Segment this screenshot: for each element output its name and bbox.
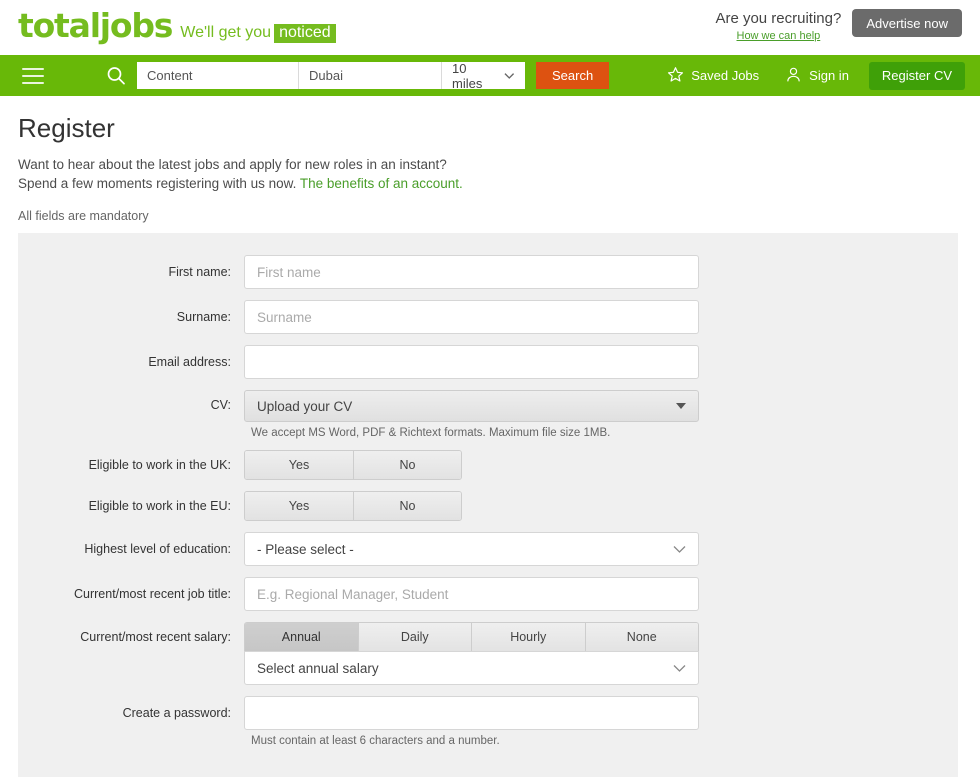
form-row-eligible-eu: Eligible to work in the EU: Yes No [18,491,958,521]
salary-tab-daily[interactable]: Daily [357,623,471,651]
hamburger-line [22,81,44,84]
logo-tagline-prefix: We'll get you [180,24,272,41]
advertise-now-button[interactable]: Advertise now [852,9,962,37]
job-search-group: 10 miles Search [137,60,610,91]
first-name-label: First name: [168,265,231,279]
logo-wordmark: totaljobs [18,6,173,45]
salary-amount-select[interactable]: Select annual salary [244,651,699,685]
caret-down-icon [676,403,686,409]
first-name-input[interactable] [244,255,699,289]
search-location-input[interactable] [299,62,442,89]
registration-form: First name: Surname: Email address: CV: [18,233,958,777]
password-field-col: Must contain at least 6 characters and a… [244,696,958,747]
search-icon[interactable] [106,66,126,86]
upload-cv-button[interactable]: Upload your CV [244,390,699,422]
recruiting-question: Are you recruiting? [715,10,842,27]
salary-label: Current/most recent salary: [80,630,231,644]
page-content: Register Want to hear about the latest j… [0,113,980,777]
salary-tab-none[interactable]: None [584,623,698,651]
education-label: Highest level of education: [84,542,231,556]
form-row-password: Create a password: Must contain at least… [18,696,958,747]
hamburger-line [22,74,44,77]
form-row-surname: Surname: [18,300,958,334]
star-icon [667,66,684,86]
logo-tagline-highlight: noticed [274,24,336,43]
page-title: Register [18,113,115,143]
recruiter-cta: Are you recruiting? How we can help Adve… [715,9,962,44]
person-icon [785,66,802,86]
register-cv-button[interactable]: Register CV [868,61,965,90]
salary-selected-value: Select annual salary [257,660,379,676]
job-title-input[interactable] [244,577,699,611]
surname-field-col [244,300,958,334]
salary-period-tabs: Annual Daily Hourly None [244,622,699,651]
search-distance-select[interactable]: 10 miles [442,60,525,91]
eligible-uk-yes-button[interactable]: Yes [245,451,353,479]
form-row-education: Highest level of education: - Please sel… [18,532,958,566]
education-selected-value: - Please select - [257,541,354,557]
eligible-uk-label: Eligible to work in the UK: [88,458,231,472]
benefits-of-account-link[interactable]: The benefits of an account. [300,176,463,191]
chevron-down-icon [673,664,686,673]
form-row-eligible-uk: Eligible to work in the UK: Yes No [18,450,958,480]
mandatory-fields-note: All fields are mandatory [18,209,149,223]
cv-field-col: Upload your CV We accept MS Word, PDF & … [244,390,958,439]
upload-cv-label: Upload your CV [257,398,353,414]
password-label: Create a password: [122,706,231,720]
form-row-job-title: Current/most recent job title: [18,577,958,611]
recruiter-text-block: Are you recruiting? How we can help [715,9,841,44]
saved-jobs-link[interactable]: Saved Jobs [654,66,772,86]
search-distance-value: 10 miles [452,60,483,91]
saved-jobs-label: Saved Jobs [691,68,760,83]
intro-line-1: Want to hear about the latest jobs and a… [18,157,447,172]
cv-format-hint: We accept MS Word, PDF & Richtext format… [251,427,611,439]
education-field-col: - Please select - [244,532,958,566]
surname-label: Surname: [176,310,231,324]
hamburger-icon[interactable] [22,67,44,84]
password-requirements-hint: Must contain at least 6 characters and a… [251,735,500,747]
main-navigation-bar: 10 miles Search Saved Jobs Sign in [0,55,980,96]
top-bar: totaljobs We'll get you noticed Are you r… [0,0,980,55]
eligible-eu-yes-button[interactable]: Yes [245,492,353,520]
surname-input[interactable] [244,300,699,334]
salary-tab-annual[interactable]: Annual [245,623,358,651]
eligible-eu-no-button[interactable]: No [353,492,461,520]
chevron-down-icon [673,545,686,554]
cv-label: CV: [210,398,231,412]
eligible-uk-field-col: Yes No [244,450,958,480]
job-title-label: Current/most recent job title: [73,587,231,601]
eligible-uk-no-button[interactable]: No [353,451,461,479]
search-button[interactable]: Search [536,62,610,89]
eligible-eu-label: Eligible to work in the EU: [88,499,231,513]
form-row-email: Email address: [18,345,958,379]
first-name-field-col [244,255,958,289]
form-row-salary: Current/most recent salary: Annual Daily… [18,622,958,685]
site-logo[interactable]: totaljobs We'll get you noticed [18,9,336,43]
email-address-input[interactable] [244,345,699,379]
eligible-eu-field-col: Yes No [244,491,958,521]
eligible-eu-toggle-group: Yes No [244,491,462,521]
logo-tagline: We'll get you noticed [180,24,336,43]
how-we-can-help-link[interactable]: How we can help [715,29,841,44]
form-row-first-name: First name: [18,255,958,289]
password-input[interactable] [244,696,699,730]
page-intro: Want to hear about the latest jobs and a… [18,155,962,193]
hamburger-line [22,67,44,70]
form-row-cv: CV: Upload your CV We accept MS Word, PD… [18,390,958,439]
salary-tab-hourly[interactable]: Hourly [471,623,585,651]
sign-in-label: Sign in [809,68,849,83]
email-address-label: Email address: [148,355,231,369]
eligible-uk-toggle-group: Yes No [244,450,462,480]
nav-right-group: Saved Jobs Sign in Register CV [654,61,965,90]
salary-field-col: Annual Daily Hourly None Select annual s… [244,622,958,685]
email-field-col [244,345,958,379]
education-select[interactable]: - Please select - [244,532,699,566]
sign-in-link[interactable]: Sign in [772,66,862,86]
job-title-field-col [244,577,958,611]
intro-line-2: Spend a few moments registering with us … [18,176,300,191]
search-keyword-input[interactable] [137,62,299,89]
